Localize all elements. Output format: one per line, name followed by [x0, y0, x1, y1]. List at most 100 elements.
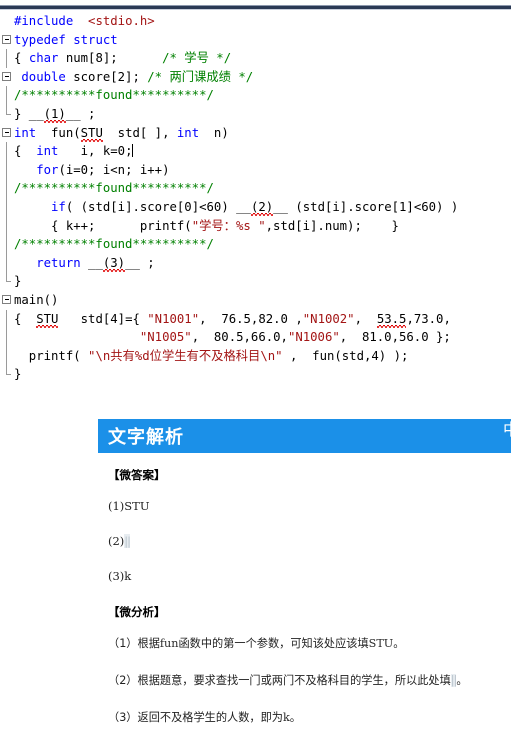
spellcheck-token: 53.5	[376, 311, 407, 326]
code-token: /* 两门课成绩 */	[147, 69, 254, 84]
code-line[interactable]: /**********found**********/	[0, 179, 511, 198]
analysis-header-bar: 文字解析 中	[98, 419, 511, 453]
spellcheck-token: STU	[36, 311, 59, 326]
fold-guide-line	[6, 216, 7, 236]
code-token: /* 学号 */	[162, 51, 232, 66]
code-token: {	[14, 311, 37, 326]
fold-collapse-icon[interactable]	[2, 294, 11, 304]
explanation-code: STU	[368, 637, 394, 650]
code-token: if	[51, 199, 66, 214]
code-token: , 76.5,82.0 ,	[199, 311, 303, 326]
code-token: } __	[14, 106, 44, 121]
code-token: score[2];	[65, 69, 148, 84]
explanation-text: 根据题意，要求查找一门或两门不及格科目的学生，所以此处填	[137, 674, 451, 687]
code-line[interactable]: printf( "\n共有%d位学生有不及格科目\n" , fun(std,4)…	[0, 346, 511, 366]
code-line[interactable]: { k++; printf("学号：%s ",std[i].num); }	[0, 216, 511, 236]
answer-item: (1)STU	[108, 499, 501, 513]
code-line[interactable]: typedef struct	[0, 31, 511, 50]
code-line[interactable]: { char num[8]; /* 学号 */	[0, 49, 511, 68]
code-token: ,std[i].num); }	[265, 218, 399, 233]
answer-label: (3)	[108, 569, 125, 583]
fold-collapse-icon[interactable]	[2, 34, 11, 44]
fold-guide-end	[6, 104, 11, 115]
code-line[interactable]: return __(3)__ ;	[0, 253, 511, 273]
fold-collapse-icon[interactable]	[2, 127, 11, 137]
code-line[interactable]: }	[0, 365, 511, 384]
code-token: "N1001"	[147, 311, 200, 326]
code-token: <stdio.h>	[88, 14, 155, 28]
answer-item: (3)k	[108, 569, 501, 583]
code-token: #include	[14, 14, 81, 28]
code-token: typedef	[14, 32, 66, 47]
code-token: , 81.0,56.0 };	[339, 330, 451, 345]
answer-label: (2)	[108, 534, 125, 548]
code-token: __	[80, 255, 103, 270]
answer-value: ||	[124, 534, 131, 548]
code-line[interactable]: } __(1)__ ;	[0, 104, 511, 124]
fold-guide-line	[6, 179, 7, 198]
code-line[interactable]: { int i, k=0;	[0, 142, 511, 161]
answer-value: k	[124, 569, 132, 583]
explanation-label: （2）	[108, 674, 138, 687]
code-line[interactable]: "N1005", 80.5,66.0,"N1006", 81.0,56.0 };	[0, 328, 511, 347]
code-line[interactable]: for(i=0; i<n; i++)	[0, 160, 511, 180]
fold-guide-line	[6, 49, 7, 68]
fold-guide-line	[6, 235, 7, 254]
code-line[interactable]: main()	[0, 291, 511, 310]
explanation-label: （3）	[108, 711, 138, 724]
explanation-list: （1）根据fun函数中的第一个参数，可知该处应该填STU。 （2）根据题意，要求查…	[108, 636, 501, 725]
code-editor-pane[interactable]: #include <stdio.h> typedef struct{ char n…	[0, 12, 511, 402]
answer-value: STU	[124, 499, 150, 513]
code-token: /**********found**********/	[14, 88, 214, 103]
code-line[interactable]: double score[2]; /* 两门课成绩 */	[0, 68, 511, 87]
fold-guide-line	[6, 253, 7, 273]
code-line[interactable]: { STU std[4]={ "N1001", 76.5,82.0 ,"N100…	[0, 309, 511, 329]
code-token: fun(	[36, 125, 81, 140]
code-token: std[ ],	[102, 125, 177, 140]
code-line[interactable]: /**********found**********/	[0, 235, 511, 254]
spellcheck-token: (2)	[250, 199, 274, 214]
fold-guide-end	[6, 365, 11, 376]
code-token: i, k=0;	[58, 144, 133, 159]
explanation-text: 函数中的第一个参数，可知该处应该填	[178, 637, 369, 650]
code-token: ,	[354, 311, 377, 326]
code-token: int	[36, 144, 59, 159]
code-token: double	[21, 69, 66, 84]
explanation-heading: 【微分析】	[108, 605, 166, 619]
answers-list: (1)STU (2)|| (3)k	[108, 499, 501, 583]
code-line[interactable]: if( (std[i].score[0]<60) __(2)__ (std[i]…	[0, 197, 511, 217]
code-token: struct	[73, 32, 118, 47]
code-line[interactable]: #include <stdio.h>	[0, 12, 511, 31]
fold-collapse-icon[interactable]	[2, 71, 11, 81]
code-token: ( (std[i].score[0]<60) __	[65, 199, 251, 214]
code-token: "N1006"	[287, 330, 340, 345]
code-token: __ ;	[125, 255, 155, 270]
code-token: __ (std[i].score[1]<60) )	[273, 199, 459, 214]
spellcheck-token: (3)	[102, 255, 126, 270]
explanation-code: k	[282, 711, 290, 724]
code-token: std[4]={	[58, 311, 148, 326]
code-token: {	[14, 144, 37, 159]
code-token: int	[176, 125, 200, 140]
explanation-item: （2）根据题意，要求查找一门或两门不及格科目的学生，所以此处填||。	[108, 673, 501, 688]
code-token: (i=0; i<n; i++)	[58, 162, 170, 177]
code-line[interactable]: /**********found**********/	[0, 86, 511, 105]
code-line[interactable]: }	[0, 272, 511, 291]
answer-label: (1)	[108, 499, 125, 513]
fold-guide-line	[6, 142, 7, 161]
analysis-body: 【微答案】 (1)STU (2)|| (3)k 【微分析】 （1）根据fun函数中的…	[98, 453, 511, 725]
code-token: , fun(std,4) );	[282, 348, 409, 363]
answer-item: (2)||	[108, 534, 501, 548]
code-token: /**********found**********/	[14, 181, 214, 196]
code-token: }	[14, 274, 22, 289]
top-divider-rule	[0, 5, 511, 10]
fold-guide-end	[6, 272, 11, 283]
code-token: char	[28, 51, 59, 66]
answers-heading: 【微答案】	[108, 468, 166, 482]
code-line[interactable]: int fun(STU std[ ], int n)	[0, 124, 511, 143]
ime-indicator-icon: 中	[502, 420, 511, 439]
code-token: }	[14, 367, 22, 382]
